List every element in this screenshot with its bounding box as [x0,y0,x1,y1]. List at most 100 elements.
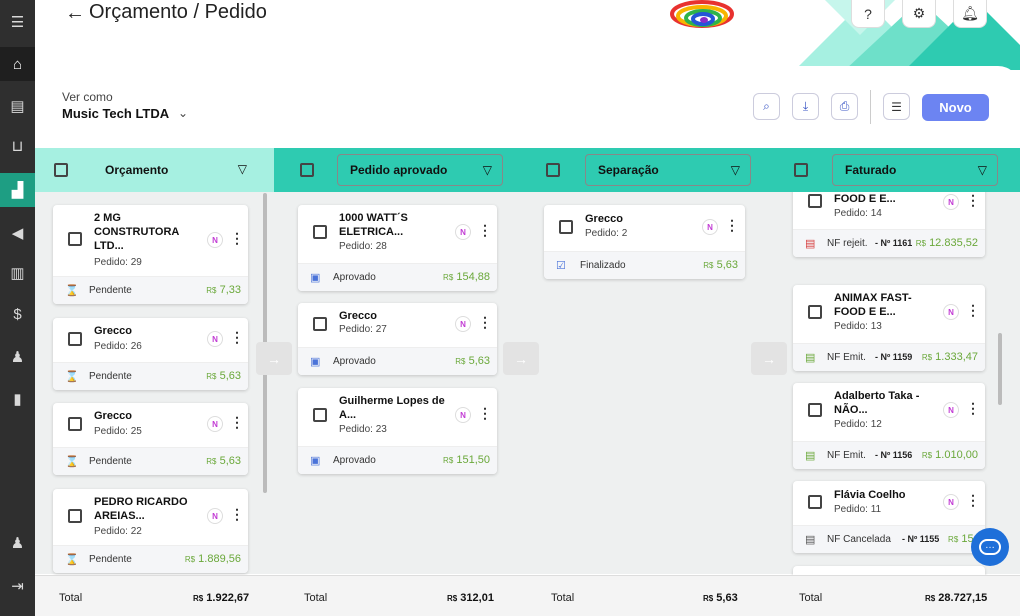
customer-name: Guilherme Lopes de A... [339,395,445,421]
toolbar-divider [870,90,871,124]
list-view-icon[interactable]: ☰ [883,93,910,120]
chevron-down-icon[interactable]: ⌄ [178,106,188,120]
order-card[interactable]: Grecco Pedido: 26 N ⋮ ⌛ Pendente R$ 5,63 [53,318,248,390]
top-bar: ← Orçamento / Pedido ? ⚙ 🔔︎ [35,0,1020,70]
help-button[interactable]: ? [851,0,885,28]
card-checkbox[interactable] [808,495,822,509]
filter-icon[interactable]: ▽ [238,162,247,176]
menu-icon[interactable]: ☰ [0,5,35,39]
chart-icon[interactable]: ▟ [0,173,35,207]
card-checkbox[interactable] [313,225,327,239]
order-card[interactable]: ANIMAX FAST-FOOD E E... Pedido: 13 N ⋮ ▤… [793,285,985,371]
company-selector[interactable]: Music Tech LTDA [62,106,169,121]
file-icon[interactable]: ▮ [0,382,35,416]
document-add-icon[interactable]: ▤ [0,89,35,123]
user-settings-icon[interactable]: ♟ [0,526,35,560]
card-checkbox[interactable] [68,332,82,346]
order-card[interactable]: Grecco Pedido: 25 N ⋮ ⌛ Pendente R$ 5,63 [53,403,248,475]
select-all-checkbox[interactable] [546,163,560,177]
order-card[interactable]: Adalberto Taka - NÃO... Pedido: 12 N ⋮ ▤… [793,383,985,469]
card-checkbox[interactable] [808,403,822,417]
settings-gear-icon[interactable]: ⚙ [902,0,936,28]
dollar-icon[interactable]: $ [0,297,35,331]
column-scrollbar[interactable] [998,333,1002,405]
total-value: R$ 312,01 [447,592,494,604]
card-checkbox[interactable] [313,317,327,331]
select-all-checkbox[interactable] [54,163,68,177]
more-options-icon[interactable]: ⋮ [230,231,244,245]
column-title: Faturado ▽ [832,154,998,186]
chat-support-icon[interactable]: … [971,528,1009,566]
bell-icon[interactable]: 🔔︎ [953,0,987,28]
column-pedido-aprovado: Pedido aprovado ▽ 1000 WATT´S ELETRICA...… [274,148,521,574]
select-all-checkbox[interactable] [300,163,314,177]
filter-icon[interactable]: ▽ [978,163,987,177]
novo-button[interactable]: Novo [922,94,989,121]
company-logo [670,0,734,28]
order-card[interactable]: 1000 WATT´S ELETRICA... Pedido: 28 N ⋮ ▣… [298,205,497,291]
order-card[interactable]: PEDRO RICARDO AREIAS... Pedido: 22 N ⋮ ⌛… [53,489,248,573]
select-all-checkbox[interactable] [794,163,808,177]
more-options-icon[interactable]: ⋮ [478,315,492,329]
column-separacao: Separação ▽ Grecco Pedido: 2 N ⋮ ☑ Finali… [521,148,769,574]
card-checkbox[interactable] [559,220,573,234]
print-icon[interactable]: ⎙ [831,93,858,120]
card-checkbox[interactable] [68,232,82,246]
customer-name: 1000 WATT´S ELETRICA... [339,212,408,238]
order-number: Pedido: 2 [585,228,628,239]
more-options-icon[interactable]: ⋮ [478,223,492,237]
order-number: Pedido: 27 [339,324,387,335]
more-options-icon[interactable]: ⋮ [478,406,492,420]
order-card[interactable]: Guilherme Lopes de A... Pedido: 23 N ⋮ ▣… [298,388,497,474]
nf-number: - Nº 1161 [875,238,913,248]
card-checkbox[interactable] [68,417,82,431]
more-options-icon[interactable]: ⋮ [725,218,739,232]
move-right-arrow-icon[interactable]: → [751,342,787,375]
more-options-icon[interactable]: ⋮ [966,193,980,207]
column-faturado: ANIMAX FAST-FOOD E E... Pedido: 14 N ⋮ ▤… [769,148,1020,586]
move-right-arrow-icon[interactable]: → [503,342,539,375]
move-right-arrow-icon[interactable]: → [256,342,292,375]
column-orcamento: Orçamento ▽ 2 MG CONSTRUTORA LTD... Pedid… [35,148,274,574]
card-footer: ▤ NF Emit. - Nº 1156 R$ 1.010,00 [793,441,985,469]
total-label: Total [59,592,83,604]
card-checkbox[interactable] [313,408,327,422]
filter-icon[interactable]: ▽ [483,163,492,177]
home-icon[interactable]: ⌂ [0,47,35,81]
nf-number: - Nº 1156 [875,450,913,460]
card-footer: ▣ Aprovado R$ 5,63 [298,347,497,375]
status-text: Aprovado [333,356,376,367]
megaphone-icon[interactable]: ◀ [0,216,35,250]
more-options-icon[interactable]: ⋮ [230,415,244,429]
status-text: NF rejeit. [827,238,868,249]
order-card[interactable]: Grecco Pedido: 27 N ⋮ ▣ Aprovado R$ 5,63 [298,303,497,375]
arrow-left-icon[interactable]: ← [65,2,85,25]
n-badge-icon: N [207,508,223,524]
logout-icon[interactable]: ⇥ [0,569,35,603]
order-card[interactable]: Flávia Coelho Pedido: 11 N ⋮ ▤ NF Cancel… [793,481,985,553]
more-options-icon[interactable]: ⋮ [966,303,980,317]
order-value: R$ 5,63 [455,355,490,367]
card-checkbox[interactable] [68,509,82,523]
cart-icon[interactable]: ⊔ [0,129,35,163]
search-icon[interactable]: ⌕ [753,93,780,120]
total-label: Total [551,592,575,604]
more-options-icon[interactable]: ⋮ [966,493,980,507]
customer-name: PEDRO RICARDO AREIAS... [94,496,188,522]
more-options-icon[interactable]: ⋮ [230,330,244,344]
customer-name: Grecco [94,410,132,422]
order-card[interactable]: Grecco Pedido: 2 N ⋮ ☑ Finalizado R$ 5,6… [544,205,745,279]
order-card[interactable]: 2 MG CONSTRUTORA LTD... Pedido: 29 N ⋮ ⌛… [53,205,248,304]
page-title: Orçamento / Pedido [89,1,267,23]
filter-icon[interactable]: ▽ [731,163,740,177]
order-number: Pedido: 13 [834,321,882,332]
more-options-icon[interactable]: ⋮ [966,401,980,415]
card-checkbox[interactable] [808,305,822,319]
documents-icon[interactable]: ▥ [0,256,35,290]
n-badge-icon: N [207,416,223,432]
card-checkbox[interactable] [808,194,822,208]
column-header: Separação ▽ [521,148,769,192]
user-dollar-icon[interactable]: ♟ [0,340,35,374]
download-icon[interactable]: ⤓ [792,93,819,120]
more-options-icon[interactable]: ⋮ [230,507,244,521]
